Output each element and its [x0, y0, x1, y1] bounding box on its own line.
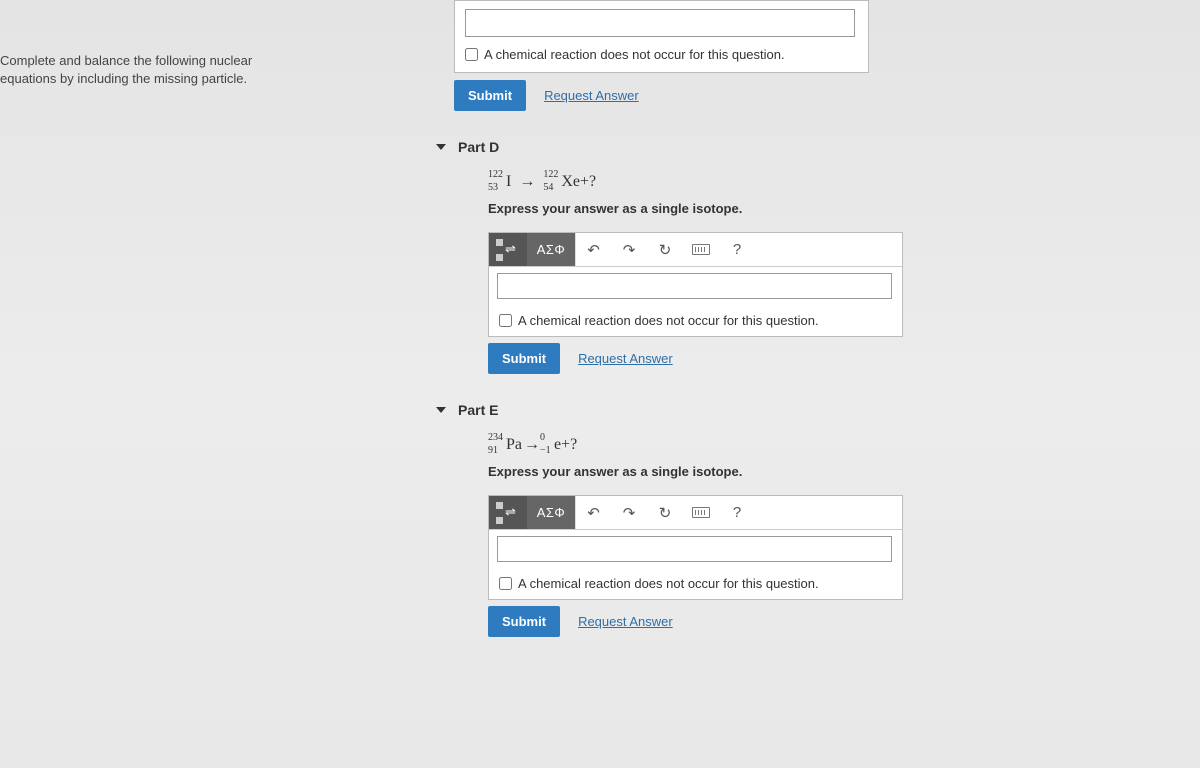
- partC-answer-box: A chemical reaction does not occur for t…: [454, 0, 869, 73]
- partC-answer-input[interactable]: [465, 9, 855, 37]
- greek-symbols-button[interactable]: ΑΣΦ: [527, 496, 575, 529]
- question-prompt: Complete and balance the following nucle…: [0, 52, 280, 88]
- greek-symbols-button[interactable]: ΑΣΦ: [527, 233, 575, 266]
- partE-header[interactable]: Part E: [436, 402, 980, 418]
- undo-icon: ↶: [587, 241, 600, 259]
- keyboard-icon: [692, 507, 710, 518]
- caret-down-icon: [436, 144, 446, 150]
- keyboard-icon: [692, 244, 710, 255]
- partC-no-reaction-checkbox[interactable]: [465, 48, 478, 61]
- redo-icon: ↷: [623, 504, 636, 522]
- undo-button[interactable]: ↶: [575, 496, 611, 529]
- keyboard-button[interactable]: [683, 496, 719, 529]
- partD-title: Part D: [458, 139, 499, 155]
- partE-answer-widget: ⇌ ΑΣΦ ↶ ↷ ↻ ? A chemical reaction does n…: [488, 495, 903, 600]
- partE-request-answer-link[interactable]: Request Answer: [578, 614, 673, 629]
- partE-no-reaction-label: A chemical reaction does not occur for t…: [518, 576, 819, 591]
- undo-button[interactable]: ↶: [575, 233, 611, 266]
- partC-no-reaction-row: A chemical reaction does not occur for t…: [465, 47, 858, 62]
- undo-icon: ↶: [587, 504, 600, 522]
- reset-button[interactable]: ↻: [647, 496, 683, 529]
- partD-answer-input[interactable]: [497, 273, 892, 299]
- redo-button[interactable]: ↷: [611, 496, 647, 529]
- keyboard-button[interactable]: [683, 233, 719, 266]
- partE-title: Part E: [458, 402, 498, 418]
- help-button[interactable]: ?: [719, 233, 755, 266]
- partD-instruction: Express your answer as a single isotope.: [488, 201, 980, 216]
- reset-button[interactable]: ↻: [647, 233, 683, 266]
- partE-submit-button[interactable]: Submit: [488, 606, 560, 637]
- isotope-template-button[interactable]: ⇌: [489, 233, 527, 266]
- redo-button[interactable]: ↷: [611, 233, 647, 266]
- isotope-template-icon: ⇌: [494, 502, 522, 524]
- partC-no-reaction-label: A chemical reaction does not occur for t…: [484, 47, 785, 62]
- partD-no-reaction-label: A chemical reaction does not occur for t…: [518, 313, 819, 328]
- partE-no-reaction-checkbox[interactable]: [499, 577, 512, 590]
- isotope-template-button[interactable]: ⇌: [489, 496, 527, 529]
- partD-equation: 12253I → 12254Xe+?: [488, 173, 980, 191]
- partD-request-answer-link[interactable]: Request Answer: [578, 351, 673, 366]
- partD-no-reaction-checkbox[interactable]: [499, 314, 512, 327]
- partC-request-answer-link[interactable]: Request Answer: [544, 88, 639, 103]
- partD-answer-widget: ⇌ ΑΣΦ ↶ ↷ ↻ ? A chemical reaction does n…: [488, 232, 903, 337]
- partD-header[interactable]: Part D: [436, 139, 980, 155]
- reset-icon: ↻: [659, 241, 672, 259]
- help-button[interactable]: ?: [719, 496, 755, 529]
- redo-icon: ↷: [623, 241, 636, 259]
- partE-instruction: Express your answer as a single isotope.: [488, 464, 980, 479]
- isotope-template-icon: ⇌: [494, 239, 522, 261]
- partC-submit-button[interactable]: Submit: [454, 80, 526, 111]
- partE-equation: 23491Pa→0−1e+?: [488, 436, 980, 454]
- caret-down-icon: [436, 407, 446, 413]
- partE-answer-input[interactable]: [497, 536, 892, 562]
- reset-icon: ↻: [659, 504, 672, 522]
- partD-submit-button[interactable]: Submit: [488, 343, 560, 374]
